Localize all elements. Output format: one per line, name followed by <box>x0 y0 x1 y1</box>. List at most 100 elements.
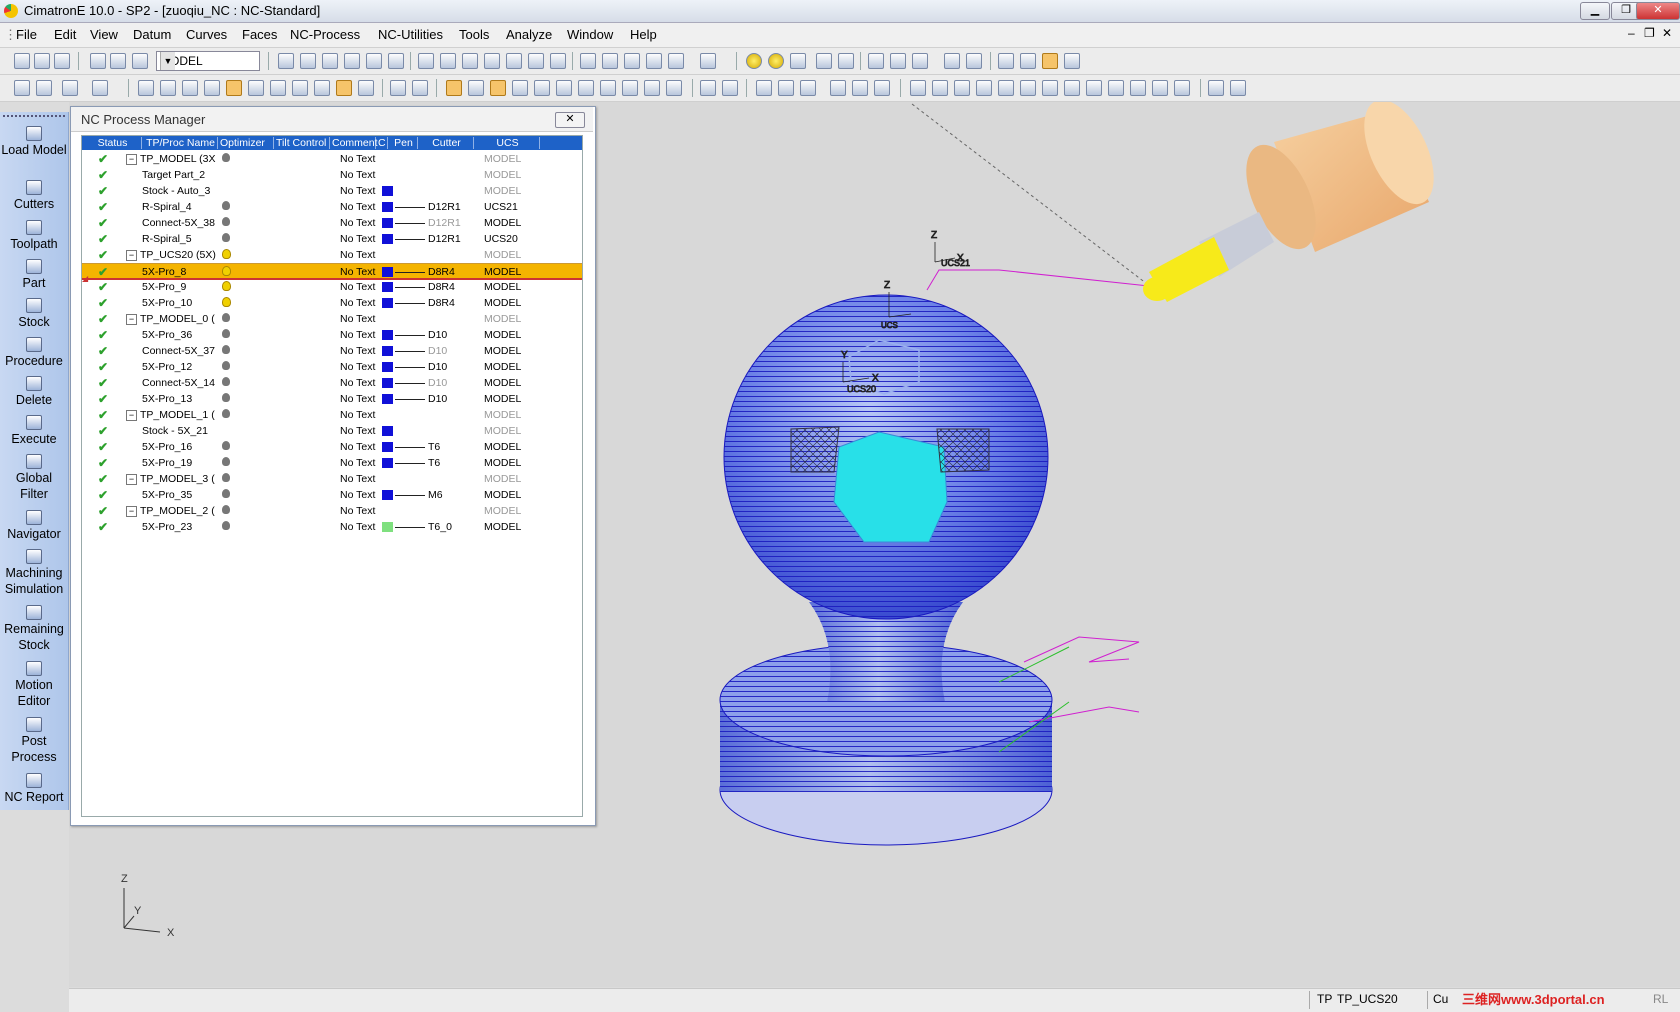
sidebar-item-delete[interactable]: Delete <box>0 376 68 408</box>
light-bulb-icon[interactable] <box>222 441 230 450</box>
tree-collapse-icon[interactable]: − <box>126 314 137 325</box>
sidebar-item-machining-simulation[interactable]: Machining Simulation <box>0 549 68 597</box>
table-row[interactable]: ✔ − TP_MODEL (3X No Text MODEL <box>82 151 582 167</box>
circle-icon[interactable] <box>954 80 970 96</box>
light-bulb-icon[interactable] <box>222 409 230 418</box>
pick-icon[interactable] <box>90 53 106 69</box>
table-row[interactable]: ✔ Connect-5X_37 No Text D10 MODEL <box>82 343 582 359</box>
light-bulb-icon[interactable] <box>222 329 230 338</box>
light-bulb-icon[interactable] <box>222 377 230 386</box>
status-check-icon[interactable]: ✔ <box>98 473 108 485</box>
view-back-icon[interactable] <box>506 53 522 69</box>
sidebar-item-toolpath[interactable]: Toolpath <box>0 220 68 252</box>
light-bulb-icon[interactable] <box>222 201 230 210</box>
undo-icon[interactable] <box>92 80 108 96</box>
light-bulb-icon[interactable] <box>222 281 231 291</box>
column-tilt-control[interactable]: Tilt Control <box>274 137 330 149</box>
light-bulb-icon[interactable] <box>222 297 231 307</box>
nc-tree-icon[interactable] <box>446 80 462 96</box>
sidebar-item-nc-report[interactable]: NC Report <box>0 773 68 805</box>
table-row[interactable]: ✔ Connect-5X_14 No Text D10 MODEL <box>82 375 582 391</box>
color-swatch[interactable] <box>382 362 393 372</box>
rect-icon[interactable] <box>1130 80 1146 96</box>
table-row[interactable]: ✔ 5X-Pro_16 No Text T6 MODEL <box>82 439 582 455</box>
color-swatch[interactable] <box>382 330 393 340</box>
sidebar-item-post-process[interactable]: Post Process <box>9 717 59 765</box>
status-check-icon[interactable]: ✔ <box>98 153 108 165</box>
view-front-icon[interactable] <box>462 53 478 69</box>
clipboard-icon[interactable] <box>944 53 960 69</box>
project-icon[interactable] <box>1108 80 1124 96</box>
view-top-icon[interactable] <box>440 53 456 69</box>
status-check-icon[interactable]: ✔ <box>98 425 108 437</box>
table-row[interactable]: ✔ − TP_MODEL_1 (No Text MODEL <box>82 407 582 423</box>
query-icon[interactable] <box>390 80 406 96</box>
status-check-icon[interactable]: ✔ <box>98 266 108 278</box>
nc-manager-icon[interactable] <box>1042 53 1058 69</box>
menu-file[interactable]: File <box>16 27 37 42</box>
table-row[interactable]: ✔ 5X-Pro_36 No Text D10 MODEL <box>82 327 582 343</box>
status-check-icon[interactable]: ✔ <box>98 233 108 245</box>
status-check-icon[interactable]: ✔ <box>98 281 108 293</box>
status-check-icon[interactable]: ✔ <box>98 361 108 373</box>
status-check-icon[interactable]: ✔ <box>98 393 108 405</box>
view-right-icon[interactable] <box>484 53 500 69</box>
view-iso-icon[interactable] <box>418 53 434 69</box>
color-swatch[interactable] <box>382 218 393 228</box>
table-row[interactable]: ✔ Stock - 5X_21 No Text MODEL <box>82 423 582 439</box>
sidebar-item-procedure[interactable]: Procedure <box>0 337 68 369</box>
pan-icon[interactable] <box>366 53 382 69</box>
post-icon[interactable] <box>666 80 682 96</box>
close-button[interactable]: ✕ <box>1636 2 1680 20</box>
filter-icon[interactable] <box>912 53 928 69</box>
color-swatch[interactable] <box>382 202 393 212</box>
sidebar-item-stock[interactable]: Stock <box>0 298 68 330</box>
table-row[interactable]: ✔ Stock - Auto_3 No Text MODEL <box>82 183 582 199</box>
status-check-icon[interactable]: ✔ <box>98 505 108 517</box>
surface-icon[interactable] <box>756 80 772 96</box>
zoom-dynamic-icon[interactable] <box>322 53 338 69</box>
menu-edit[interactable]: Edit <box>54 27 76 42</box>
menu-datum[interactable]: Datum <box>133 27 171 42</box>
filter-datum-icon[interactable] <box>292 80 308 96</box>
offset-icon[interactable] <box>998 80 1014 96</box>
color-swatch[interactable] <box>382 267 393 277</box>
filter-solids-icon[interactable] <box>204 80 220 96</box>
color-swatch[interactable] <box>382 186 393 196</box>
status-check-icon[interactable]: ✔ <box>98 441 108 453</box>
nc-list-icon[interactable] <box>468 80 484 96</box>
fillet-icon[interactable] <box>1064 80 1080 96</box>
table-row[interactable]: ✔ − TP_UCS20 (5X) No Text MODEL <box>82 247 582 263</box>
table-row[interactable]: ✔ 5X-Pro_10 No Text D8R4 MODEL <box>82 295 582 311</box>
color-swatch[interactable] <box>382 522 393 532</box>
light-bulb-on-icon[interactable] <box>768 53 784 69</box>
status-check-icon[interactable]: ✔ <box>98 217 108 229</box>
menu-nc-utilities[interactable]: NC-Utilities <box>378 27 443 42</box>
sidebar-item-part[interactable]: Part <box>0 259 68 291</box>
tree-collapse-icon[interactable]: − <box>126 154 137 165</box>
activate-icon[interactable] <box>110 53 126 69</box>
previous-view-icon[interactable] <box>816 53 832 69</box>
next-view-icon[interactable] <box>838 53 854 69</box>
curve-icon[interactable] <box>722 80 738 96</box>
nc-columns-icon[interactable] <box>512 80 528 96</box>
light-bulb-icon[interactable] <box>222 489 230 498</box>
status-check-icon[interactable]: ✔ <box>98 521 108 533</box>
ucs-icon[interactable] <box>1208 80 1224 96</box>
boundary-icon[interactable] <box>800 80 816 96</box>
filter-ucs-icon[interactable] <box>314 80 330 96</box>
filter-active-icon[interactable] <box>226 80 242 96</box>
filter-curves-icon[interactable] <box>160 80 176 96</box>
light-bulb-icon[interactable] <box>222 393 230 402</box>
sidebar-item-cutters[interactable]: Cutters <box>0 180 68 212</box>
view-bottom-icon[interactable] <box>550 53 566 69</box>
layers-icon[interactable] <box>868 53 884 69</box>
table-row[interactable]: ✔ 5X-Pro_12 No Text D10 MODEL <box>82 359 582 375</box>
wireframe-icon[interactable] <box>624 53 640 69</box>
table-row[interactable]: ✔ − TP_MODEL_2 (No Text MODEL <box>82 503 582 519</box>
menu-nc-process[interactable]: NC-Process <box>290 27 360 42</box>
status-check-icon[interactable]: ✔ <box>98 489 108 501</box>
save-icon[interactable] <box>54 53 70 69</box>
color-swatch[interactable] <box>382 426 393 436</box>
select-icon[interactable] <box>14 80 30 96</box>
